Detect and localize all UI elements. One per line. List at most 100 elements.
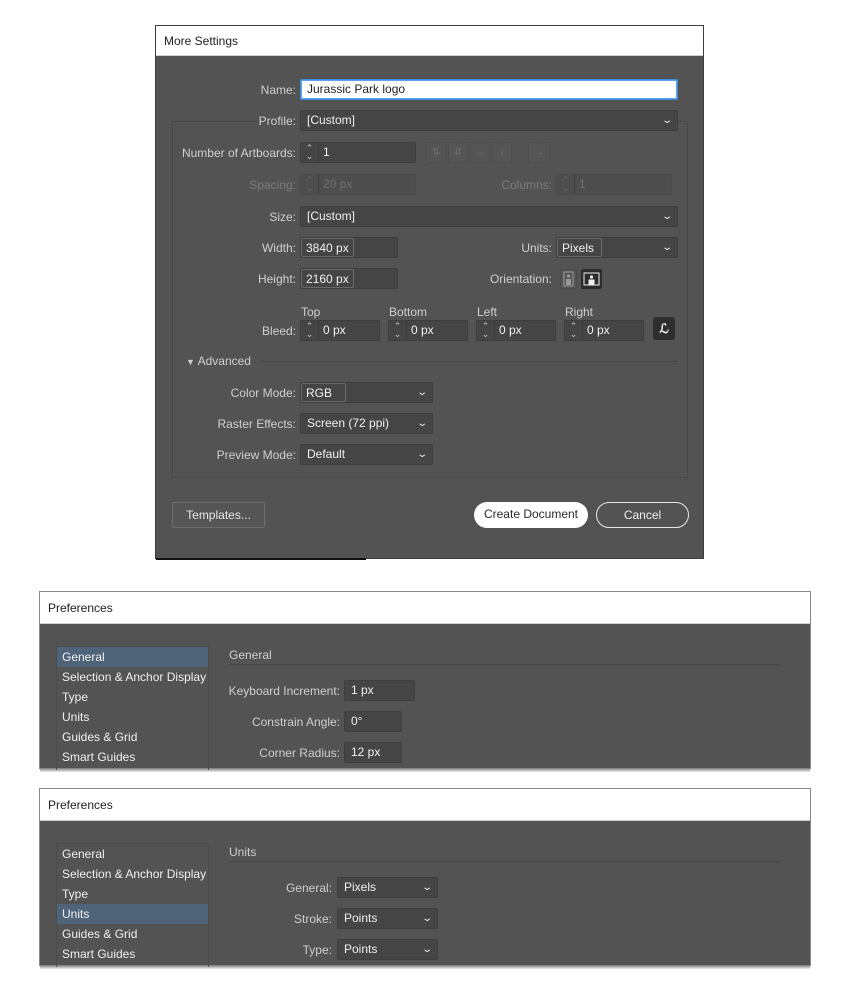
spinner-icon[interactable]: ⌃ ⌄ — [389, 321, 407, 340]
bleed-left-stepper[interactable]: ⌃ ⌄ 0 px — [476, 320, 556, 341]
bleed-right-stepper[interactable]: ⌃ ⌄ 0 px — [564, 320, 644, 341]
type-units-label: Type: — [302, 943, 332, 957]
bleed-left-label: Left — [477, 305, 498, 319]
spinner-icon[interactable]: ⌃ ⌄ — [301, 143, 319, 162]
chevron-down-icon: ⌄ — [660, 115, 673, 126]
corner-radius-value: 12 px — [351, 745, 381, 759]
name-label: Name: — [260, 83, 296, 97]
shadow — [156, 558, 366, 560]
columns-stepper: ⌃ ⌄ 1 — [556, 174, 672, 195]
portrait-icon — [563, 271, 574, 287]
more-settings-dialog: More Settings Name: Jurassic Park logo P… — [155, 25, 704, 560]
corner-radius-input[interactable]: 12 px — [344, 742, 402, 763]
width-input[interactable]: 3840 px — [300, 237, 398, 258]
size-select[interactable]: [Custom] ⌄ — [300, 206, 678, 227]
templates-button[interactable]: Templates... — [172, 502, 265, 528]
raster-effects-value: Screen (72 ppi) — [307, 416, 390, 430]
height-value: 2160 px — [301, 269, 354, 288]
section-title: General — [229, 648, 272, 662]
general-units-select[interactable]: Pixels ⌄ — [337, 877, 438, 898]
advanced-label: Advanced — [197, 354, 251, 368]
landscape-orientation-button[interactable] — [581, 269, 602, 289]
spinner-icon[interactable]: ⌃ ⌄ — [301, 321, 319, 340]
keyboard-increment-value: 1 px — [351, 683, 374, 697]
color-mode-value: RGB — [301, 383, 346, 402]
portrait-orientation-button[interactable] — [560, 269, 577, 289]
profile-select[interactable]: [Custom] ⌄ — [300, 110, 678, 131]
chevron-down-icon: ⌄ — [420, 882, 433, 893]
spinner-icon[interactable]: ⌃ ⌄ — [477, 321, 495, 340]
cancel-button[interactable]: Cancel — [596, 502, 689, 528]
nav-item-guides-grid[interactable]: Guides & Grid — [57, 727, 208, 747]
height-label: Height: — [257, 272, 296, 286]
bleed-bottom-stepper[interactable]: ⌃ ⌄ 0 px — [388, 320, 468, 341]
spinner-icon[interactable]: ⌃ ⌄ — [565, 321, 583, 340]
profile-label: Profile: — [258, 114, 296, 128]
units-label: Units: — [521, 241, 552, 255]
spinner-icon: ⌃ ⌄ — [301, 175, 319, 194]
grid-by-row-icon[interactable]: ⇅ — [426, 142, 446, 163]
nav-item-smart-guides[interactable]: Smart Guides — [57, 747, 208, 767]
width-label: Width: — [261, 241, 296, 255]
color-mode-label: Color Mode: — [230, 386, 296, 400]
bleed-top-value: 0 px — [323, 323, 346, 337]
dialog-title: Preferences — [40, 592, 810, 624]
spacing-stepper: ⌃ ⌄ 20 px — [300, 174, 416, 195]
landscape-icon — [583, 272, 600, 286]
nav-item-type[interactable]: Type — [57, 687, 208, 707]
size-label: Size: — [269, 210, 296, 224]
units-select[interactable]: Pixels ⌄ — [556, 237, 678, 258]
create-document-button[interactable]: Create Document — [474, 502, 588, 528]
bleed-bottom-value: 0 px — [411, 323, 434, 337]
divider — [229, 664, 781, 665]
preferences-nav: General Selection & Anchor Display Type … — [56, 646, 209, 770]
chevron-down-icon: ⌄ — [415, 449, 428, 460]
raster-effects-label: Raster Effects: — [217, 417, 296, 431]
chevron-down-icon: ⌄ — [415, 418, 428, 429]
general-units-value: Pixels — [344, 880, 377, 894]
nav-item-selection-anchor-display[interactable]: Selection & Anchor Display — [57, 864, 208, 884]
nav-item-smart-guides[interactable]: Smart Guides — [57, 944, 208, 964]
color-mode-select[interactable]: RGB ⌄ — [300, 382, 433, 403]
chevron-down-icon: ⌄ — [420, 944, 433, 955]
units-value: Pixels — [557, 238, 602, 257]
nav-item-general[interactable]: General — [57, 844, 208, 864]
preview-mode-value: Default — [307, 447, 346, 461]
bleed-top-stepper[interactable]: ⌃ ⌄ 0 px — [300, 320, 380, 341]
divider — [229, 861, 781, 862]
height-input[interactable]: 2160 px — [300, 268, 398, 289]
spacing-label: Spacing: — [249, 178, 296, 192]
artboards-stepper[interactable]: ⌃ ⌄ 1 — [300, 142, 416, 163]
name-input[interactable]: Jurassic Park logo — [300, 79, 678, 100]
nav-item-guides-grid[interactable]: Guides & Grid — [57, 924, 208, 944]
nav-item-general[interactable]: General — [57, 647, 208, 667]
stroke-units-label: Stroke: — [293, 912, 332, 926]
artboards-label: Number of Artboards: — [181, 146, 296, 160]
nav-item-type[interactable]: Type — [57, 884, 208, 904]
dialog-title: Preferences — [40, 789, 810, 821]
grid-by-column-icon[interactable]: ⇵ — [448, 142, 468, 163]
raster-effects-select[interactable]: Screen (72 ppi) ⌄ — [300, 413, 433, 434]
bleed-bottom-label: Bottom — [389, 305, 428, 319]
right-to-left-arrow-icon[interactable]: → — [528, 142, 550, 163]
type-units-select[interactable]: Points ⌄ — [337, 939, 438, 960]
stroke-units-select[interactable]: Points ⌄ — [337, 908, 438, 929]
link-bleed-button[interactable]: ℒ — [653, 317, 675, 340]
chevron-down-icon: ⌄ — [660, 242, 673, 253]
nav-item-selection-anchor-display[interactable]: Selection & Anchor Display — [57, 667, 208, 687]
nav-item-units[interactable]: Units — [57, 904, 208, 924]
keyboard-increment-input[interactable]: 1 px — [344, 680, 415, 701]
bleed-left-value: 0 px — [499, 323, 522, 337]
advanced-toggle[interactable]: ▼ Advanced — [186, 354, 251, 368]
arrange-by-column-icon[interactable]: ↓ — [492, 142, 512, 163]
bleed-right-value: 0 px — [587, 323, 610, 337]
preview-mode-label: Preview Mode: — [216, 448, 296, 462]
keyboard-increment-label: Keyboard Increment: — [228, 684, 340, 698]
nav-item-units[interactable]: Units — [57, 707, 208, 727]
preview-mode-select[interactable]: Default ⌄ — [300, 444, 433, 465]
arrange-by-row-icon[interactable]: → — [470, 142, 490, 163]
bleed-label: Bleed: — [261, 324, 296, 338]
constrain-angle-input[interactable]: 0° — [344, 711, 402, 732]
constrain-angle-value: 0° — [351, 714, 363, 728]
artboards-value: 1 — [323, 145, 330, 159]
